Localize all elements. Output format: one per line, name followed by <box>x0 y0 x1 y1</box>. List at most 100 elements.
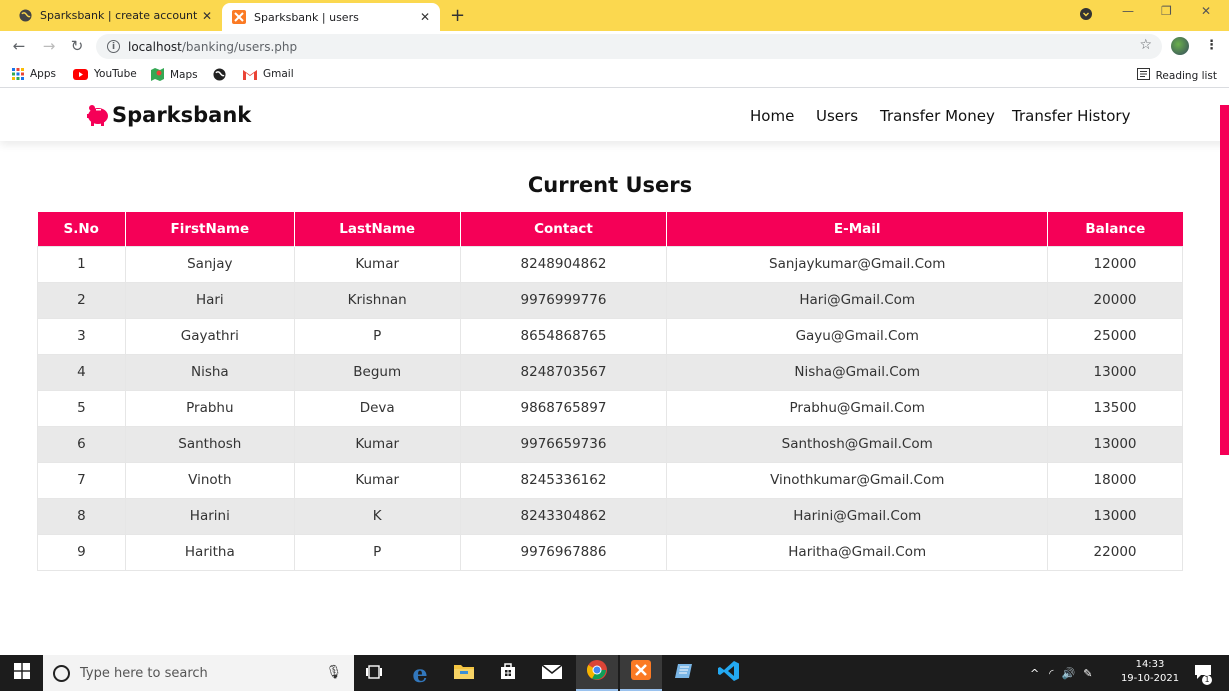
cell-lastname: Krishnan <box>293 281 461 319</box>
cortana-icon <box>53 664 70 682</box>
menu-icon[interactable]: ⋮ <box>1205 38 1218 53</box>
xampp-icon <box>232 10 246 24</box>
taskbar-clock[interactable]: 14:33 19-10-2021 <box>1120 658 1180 686</box>
bookmark-gmail[interactable]: Gmail <box>243 68 294 80</box>
table-row: 6 Santhosh Kumar 9976659736 Santhosh@Gmail.C… <box>37 425 1183 463</box>
taskbar-store[interactable] <box>488 655 528 691</box>
taskbar-vscode[interactable] <box>708 655 750 691</box>
minimize-icon[interactable]: — <box>1122 4 1134 18</box>
bookmark-label: Maps <box>170 68 198 81</box>
cell-sno: 2 <box>37 281 126 319</box>
nav-users[interactable]: Users <box>816 107 858 125</box>
tab-create-account[interactable]: Sparksbank | create account ✕ <box>8 0 222 31</box>
tab-search-icon[interactable] <box>1080 8 1092 23</box>
table-row: 2 Hari Krishnan 9976999776 Hari@Gmail.Com 200… <box>37 281 1183 319</box>
cell-email: Santhosh@Gmail.Com <box>666 425 1049 463</box>
nav-transfer-history[interactable]: Transfer History <box>1012 107 1130 125</box>
cell-lastname: Deva <box>293 389 461 427</box>
taskbar-mail[interactable] <box>532 655 572 691</box>
volume-icon[interactable]: 🔊 <box>1061 667 1075 680</box>
cell-sno: 6 <box>37 425 126 463</box>
clock-date: 19-10-2021 <box>1120 673 1180 684</box>
close-icon[interactable]: ✕ <box>418 10 432 24</box>
tab-title: Sparksbank | users <box>254 10 359 24</box>
chevron-up-icon[interactable]: ^ <box>1030 667 1039 680</box>
cell-sno: 9 <box>37 533 126 571</box>
pen-icon[interactable]: ✎ <box>1083 667 1092 680</box>
column-header-firstname: FirstName <box>125 212 295 246</box>
close-icon[interactable]: ✕ <box>200 9 214 23</box>
cell-balance: 18000 <box>1047 461 1183 499</box>
bookmark-maps[interactable]: Maps <box>151 68 198 81</box>
nav-transfer-money[interactable]: Transfer Money <box>880 107 995 125</box>
brand-link[interactable]: Sparksbank <box>86 103 251 127</box>
bookmarks-bar: Apps YouTube Maps Gmail Reading list <box>0 62 1229 88</box>
tab-title: Sparksbank | create account <box>40 9 198 22</box>
cell-lastname: K <box>293 497 461 535</box>
taskbar-edge[interactable]: e <box>400 655 440 691</box>
profile-avatar[interactable] <box>1171 37 1189 55</box>
cell-firstname: Vinoth <box>124 461 295 499</box>
tab-users[interactable]: Sparksbank | users ✕ <box>222 3 440 31</box>
new-tab-button[interactable]: + <box>450 5 465 26</box>
task-view-icon <box>366 664 382 683</box>
cell-lastname: P <box>293 533 461 571</box>
cell-firstname: Nisha <box>124 353 295 391</box>
reading-list-label: Reading list <box>1155 69 1217 82</box>
cell-email: Hari@Gmail.Com <box>666 281 1049 319</box>
reading-list-button[interactable]: Reading list <box>1136 68 1217 83</box>
cell-firstname: Sanjay <box>124 245 295 283</box>
bookmark-apps[interactable]: Apps <box>12 68 56 80</box>
taskbar-chrome[interactable] <box>576 655 618 691</box>
cell-email: Haritha@Gmail.Com <box>666 533 1049 571</box>
cell-contact: 8248904862 <box>459 245 668 283</box>
cell-firstname: Harini <box>124 497 295 535</box>
search-placeholder: Type here to search <box>80 665 208 681</box>
bookmark-globe[interactable] <box>213 68 232 81</box>
cell-email: Harini@Gmail.Com <box>666 497 1049 535</box>
cell-balance: 13000 <box>1047 353 1183 391</box>
start-button[interactable] <box>0 655 43 691</box>
table-header-row: S.No FirstName LastName Contact E-Mail B… <box>37 212 1183 246</box>
info-icon[interactable]: i <box>107 40 120 53</box>
reload-icon[interactable]: ↻ <box>67 37 87 55</box>
taskbar-file-explorer[interactable] <box>444 655 484 691</box>
forward-icon[interactable]: → <box>39 37 59 55</box>
bookmark-youtube[interactable]: YouTube <box>73 68 137 80</box>
cell-email: Prabhu@Gmail.Com <box>666 389 1049 427</box>
scrollbar-thumb[interactable] <box>1220 105 1229 455</box>
table-row: 7 Vinoth Kumar 8245336162 Vinothkumar@Gmail.… <box>37 461 1183 499</box>
star-icon[interactable]: ☆ <box>1139 37 1152 53</box>
cell-balance: 22000 <box>1047 533 1183 571</box>
table-row: 1 Sanjay Kumar 8248904862 Sanjaykumar@Gmail.… <box>37 245 1183 283</box>
folder-icon <box>454 663 474 683</box>
cell-contact: 8654868765 <box>459 317 668 355</box>
tab-strip: Sparksbank | create account ✕ Sparksbank… <box>0 0 1229 31</box>
chrome-icon <box>586 659 608 685</box>
cell-lastname: Kumar <box>293 425 461 463</box>
task-view-button[interactable] <box>357 655 391 691</box>
microphone-icon[interactable]: 🎙 <box>325 665 342 680</box>
page-title: Current Users <box>527 173 693 197</box>
window-close-icon[interactable]: ✕ <box>1201 4 1211 18</box>
network-icon[interactable]: ◜ <box>1049 667 1053 680</box>
notification-count: 1 <box>1202 675 1212 685</box>
column-header-sno: S.No <box>37 212 126 246</box>
cell-balance: 25000 <box>1047 317 1183 355</box>
cell-contact: 8248703567 <box>459 353 668 391</box>
taskbar-xampp[interactable] <box>620 655 662 691</box>
restore-icon[interactable]: ❐ <box>1161 4 1172 18</box>
taskbar-search-box[interactable]: Type here to search 🎙 <box>43 655 354 691</box>
cell-sno: 1 <box>37 245 126 283</box>
taskbar-notepad[interactable] <box>664 655 704 691</box>
back-icon[interactable]: ← <box>9 37 29 55</box>
cell-contact: 9976659736 <box>459 425 668 463</box>
cell-balance: 13500 <box>1047 389 1183 427</box>
address-bar[interactable]: i localhost/banking/users.php ☆ <box>96 34 1162 59</box>
mail-icon <box>541 663 563 683</box>
cell-firstname: Prabhu <box>124 389 295 427</box>
notepad-icon <box>674 662 694 684</box>
url-path: /banking/users.php <box>181 39 298 54</box>
action-center-button[interactable]: 1 <box>1188 655 1218 691</box>
nav-home[interactable]: Home <box>750 107 794 125</box>
